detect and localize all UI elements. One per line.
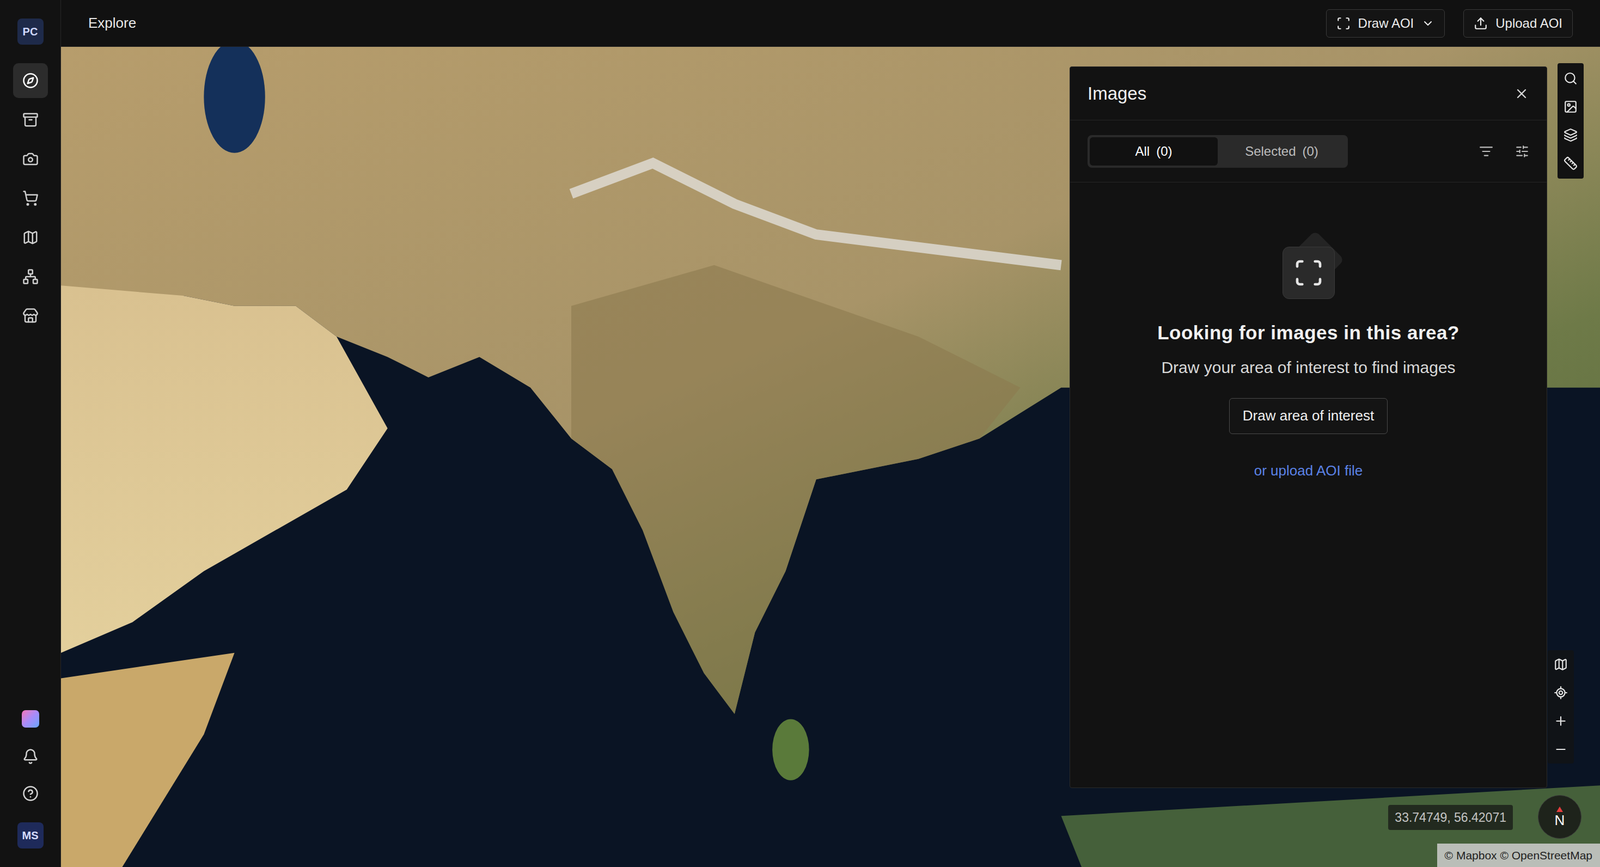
compass[interactable]: N xyxy=(1537,795,1582,839)
basemap-icon xyxy=(1553,657,1568,672)
sidebar-item[interactable] xyxy=(13,102,48,138)
empty-text: Draw your area of interest to find image… xyxy=(1161,355,1456,380)
sidebar-nav xyxy=(13,63,48,334)
close-button[interactable] xyxy=(1513,86,1530,102)
search-icon xyxy=(1563,71,1578,86)
draw-aoi-button[interactable]: Draw AOI xyxy=(1326,9,1446,38)
locate-icon xyxy=(1553,685,1568,700)
panel-header: Images xyxy=(1070,66,1547,121)
image-icon xyxy=(1563,99,1578,114)
empty-heading: Looking for images in this area? xyxy=(1157,318,1460,348)
upload-icon xyxy=(1473,16,1488,31)
draw-area-button[interactable]: Draw area of interest xyxy=(1229,398,1388,435)
tabs: All(0)Selected(0) xyxy=(1087,135,1348,168)
map: Images All(0)Selected(0) Looking for image… xyxy=(60,46,1600,867)
sidebar-item[interactable] xyxy=(13,259,48,295)
map-control-button[interactable] xyxy=(1547,650,1574,679)
map-control-button[interactable] xyxy=(1557,92,1584,121)
empty-state: Looking for images in this area? Draw you… xyxy=(1070,182,1547,482)
map-control-button[interactable] xyxy=(1547,706,1574,736)
chevron-down-icon xyxy=(1421,16,1435,30)
upload-aoi-button[interactable]: Upload AOI xyxy=(1463,9,1573,38)
panel-title: Images xyxy=(1087,80,1147,108)
help-icon[interactable] xyxy=(22,785,39,802)
upload-aoi-link[interactable]: or upload AOI file xyxy=(1254,460,1363,482)
top-bar-actions: Draw AOI Upload AOI xyxy=(1326,9,1573,38)
map-attribution[interactable]: © Mapbox © OpenStreetMap xyxy=(1437,843,1600,867)
app: PC MS Explore Draw AOI Upload AOI Images All(0… xyxy=(0,0,1600,867)
close-icon xyxy=(1513,86,1530,102)
cursor-coordinates: 33.74749, 56.42071 xyxy=(1388,804,1513,831)
sidebar: PC MS xyxy=(0,0,61,867)
zoom-out-icon xyxy=(1553,742,1568,757)
zoom-in-icon xyxy=(1553,713,1568,729)
sidebar-item[interactable] xyxy=(13,63,48,99)
map-control-button[interactable] xyxy=(1547,678,1574,707)
sidebar-item[interactable] xyxy=(13,298,48,334)
aoi-illustration-icon xyxy=(1275,234,1342,301)
ruler-icon xyxy=(1563,156,1578,171)
cart-icon xyxy=(22,190,39,207)
app-switcher-icon[interactable] xyxy=(21,710,40,728)
page-title: Explore xyxy=(88,12,137,34)
draw-shape-icon xyxy=(1336,16,1351,31)
compass-needle-icon xyxy=(1556,806,1563,812)
sidebar-item[interactable] xyxy=(13,141,48,177)
archive-icon xyxy=(22,111,39,128)
camera-icon xyxy=(22,150,39,168)
settings-sliders-icon[interactable] xyxy=(1515,144,1530,159)
bell-icon[interactable] xyxy=(22,748,39,765)
sidebar-item[interactable] xyxy=(13,180,48,216)
images-panel: Images All(0)Selected(0) Looking for image… xyxy=(1069,66,1548,789)
map-control-button[interactable] xyxy=(1557,120,1584,150)
top-bar: Explore Draw AOI Upload AOI xyxy=(60,0,1600,47)
sidebar-bottom: MS xyxy=(17,710,44,849)
map-tools xyxy=(1557,63,1584,179)
sidebar-item[interactable] xyxy=(13,220,48,255)
map-nav-controls xyxy=(1547,650,1574,764)
panel-toolbar: All(0)Selected(0) xyxy=(1070,120,1547,183)
tab[interactable]: All(0) xyxy=(1089,137,1218,166)
org-logo[interactable]: PC xyxy=(17,18,44,45)
map-control-button[interactable] xyxy=(1557,64,1584,93)
store-icon xyxy=(22,307,39,325)
workflow-icon xyxy=(22,268,39,285)
layers-icon xyxy=(1563,127,1578,143)
main: Explore Draw AOI Upload AOI Images All(0)Sel… xyxy=(60,0,1600,867)
toolbar-actions xyxy=(1479,144,1530,159)
filter-icon[interactable] xyxy=(1479,144,1494,159)
tab[interactable]: Selected(0) xyxy=(1217,137,1346,166)
map-control-button[interactable] xyxy=(1547,735,1574,764)
map-control-button[interactable] xyxy=(1557,149,1584,178)
map-icon xyxy=(22,229,39,246)
user-avatar[interactable]: MS xyxy=(17,822,44,849)
explore-icon xyxy=(22,72,39,89)
